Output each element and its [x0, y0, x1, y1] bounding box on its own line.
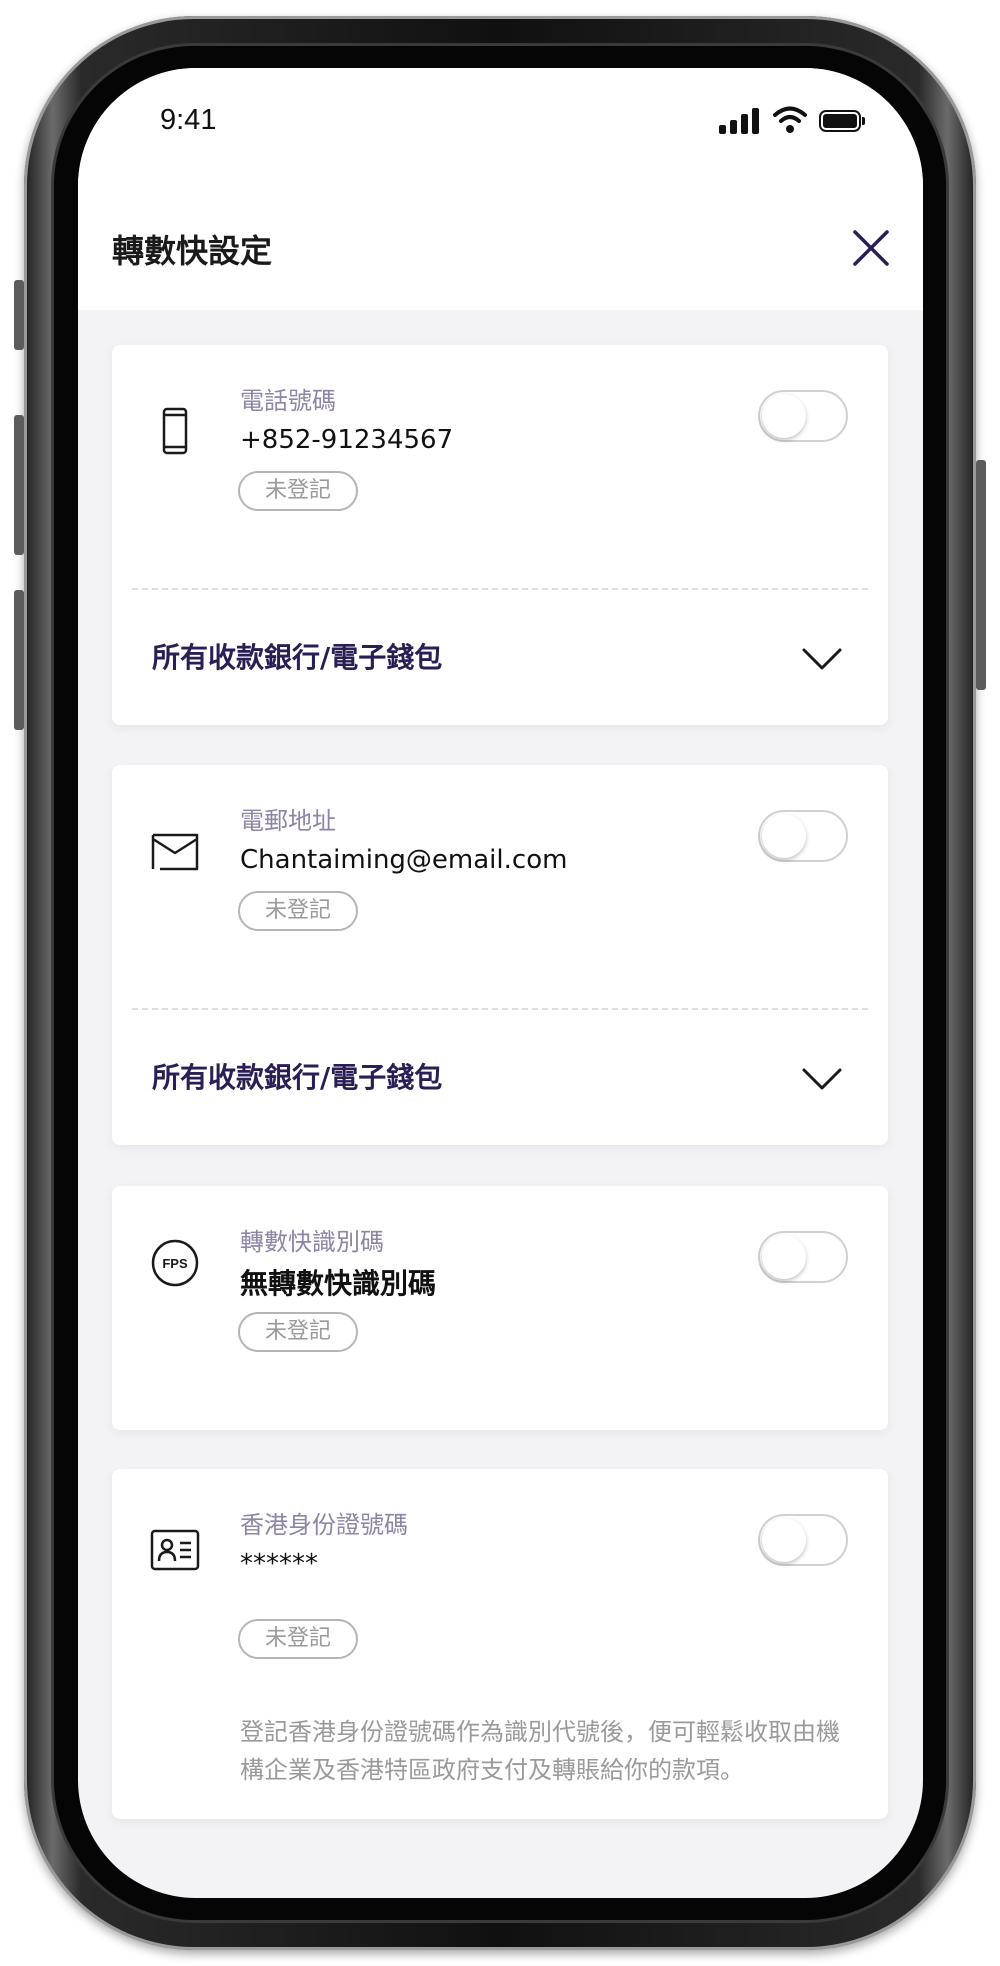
- volume-up-button: [14, 415, 24, 555]
- battery-icon: [819, 110, 865, 132]
- hkid-label: 香港身份證號碼: [240, 1511, 408, 1539]
- phone-number-value: +852-91234567: [240, 425, 454, 455]
- chevron-down-icon: [802, 1068, 842, 1090]
- phone-number-toggle[interactable]: [758, 390, 848, 442]
- status-badge: 未登記: [238, 1619, 358, 1659]
- hkid-note: 登記香港身份證號碼作為識別代號後，便可輕鬆收取由機構企業及香港特區政府支付及轉賬…: [240, 1718, 840, 1784]
- email-card: 電郵地址 Chantaiming@email.com 未登記 所有收款銀行/電子…: [112, 765, 888, 1145]
- id-card-icon: [150, 1529, 200, 1571]
- header: 轉數快設定: [78, 168, 923, 310]
- fps-id-value: 無轉數快識別碼: [240, 1267, 437, 1300]
- envelope-icon: [151, 833, 199, 871]
- status-badge: 未登記: [238, 1312, 358, 1352]
- status-badge: 未登記: [238, 471, 358, 511]
- chevron-down-icon: [802, 648, 842, 670]
- toggle-knob: [762, 1518, 806, 1562]
- mute-switch: [14, 280, 24, 350]
- fps-id-label: 轉數快識別碼: [240, 1228, 384, 1256]
- fps-id-toggle[interactable]: [758, 1231, 848, 1283]
- hkid-value: ******: [240, 1549, 318, 1579]
- email-toggle[interactable]: [758, 810, 848, 862]
- status-bar: 9:41: [78, 68, 923, 168]
- close-icon[interactable]: [847, 224, 895, 272]
- email-value: Chantaiming@email.com: [240, 845, 568, 875]
- mobile-phone-icon: [162, 407, 188, 455]
- bank-selector-row[interactable]: 所有收款銀行/電子錢包: [112, 1010, 888, 1140]
- toggle-knob: [762, 814, 806, 858]
- page-title: 轉數快設定: [112, 232, 273, 270]
- toggle-knob: [762, 1235, 806, 1279]
- toggle-knob: [762, 394, 806, 438]
- power-button: [976, 460, 986, 690]
- fps-icon: FPS: [151, 1239, 199, 1287]
- phone-number-card: 電話號碼 +852-91234567 未登記 所有收款銀行/電子錢包: [112, 345, 888, 725]
- bank-selector-label: 所有收款銀行/電子錢包: [152, 1061, 443, 1094]
- phone-number-label: 電話號碼: [240, 387, 336, 415]
- screen: 9:41 轉數快設定 電話號碼 +852-91234567 未登記 所有收款銀行…: [78, 68, 923, 1898]
- hkid-toggle[interactable]: [758, 1514, 848, 1566]
- wifi-icon: [773, 106, 807, 133]
- bank-selector-label: 所有收款銀行/電子錢包: [152, 641, 443, 674]
- status-time: 9:41: [160, 104, 217, 136]
- fps-id-card: FPS 轉數快識別碼 無轉數快識別碼 未登記: [112, 1186, 888, 1430]
- hkid-card: 香港身份證號碼 ****** 未登記 登記香港身份證號碼作為識別代號後，便可輕鬆…: [112, 1469, 888, 1819]
- email-label: 電郵地址: [240, 807, 336, 835]
- signal-icon: [719, 108, 763, 134]
- svg-text:FPS: FPS: [162, 1256, 188, 1271]
- bank-selector-row[interactable]: 所有收款銀行/電子錢包: [112, 590, 888, 720]
- status-badge: 未登記: [238, 891, 358, 931]
- status-icons: [719, 106, 879, 134]
- volume-down-button: [14, 590, 24, 730]
